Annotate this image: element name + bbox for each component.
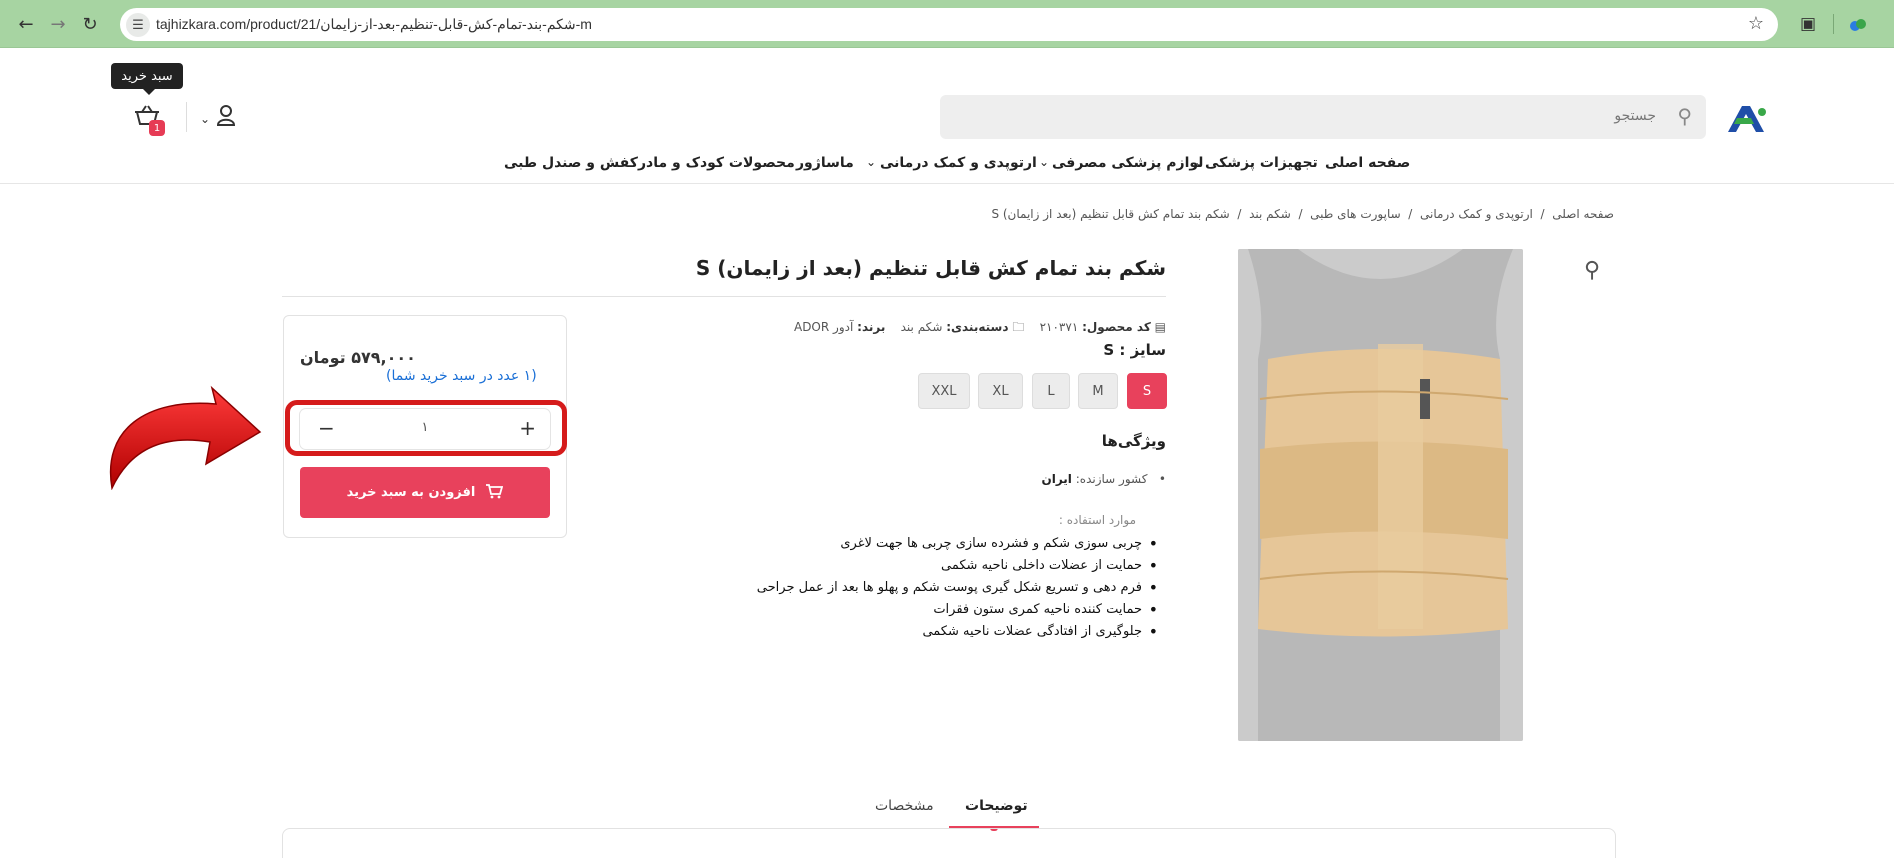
cart-count-badge: 1 (149, 120, 165, 136)
folder-icon: 🗀 (1012, 320, 1025, 334)
code-value: ۲۱۰۳۷۱ (1039, 320, 1079, 334)
bullet: • (1151, 472, 1166, 486)
size-option-xxl[interactable]: XXL (918, 373, 970, 409)
extensions-icon[interactable]: ▣ (1796, 12, 1820, 36)
zoom-icon[interactable]: ⚲ (1584, 258, 1600, 283)
breadcrumb-supports[interactable]: ساپورت های طبی (1310, 207, 1401, 221)
breadcrumb-belly-band[interactable]: شکم بند (1249, 207, 1291, 221)
site-info-icon[interactable]: ☰ (126, 13, 150, 37)
breadcrumb: صفحه اصلی / ارتوپدی و کمک درمانی / ساپور… (991, 207, 1614, 221)
profile-icon[interactable] (1846, 12, 1870, 36)
product-meta: ▤ کد محصول: ۲۱۰۳۷۱ 🗀 دسته‌بندی: شکم بند … (794, 318, 1166, 339)
list-item: فرم دهی و تسریع شکل گیری پوست شکم و پهلو… (757, 577, 1158, 599)
list-item: جلوگیری از افتادگی عضلات ناحیه شکمی (757, 621, 1158, 643)
list-item: چربی سوزی شکم و فشرده سازی چربی ها جهت ل… (757, 533, 1158, 555)
url-text[interactable]: tajhizkara.com/product/21/شکم-بند-تمام-ک… (156, 16, 592, 33)
header-separator (0, 183, 1894, 184)
uses-label: موارد استفاده : (1058, 513, 1136, 527)
menu-item-medical-shoes[interactable]: کفش و صندل طبی (504, 155, 638, 171)
brand-value[interactable]: آدور ADOR (794, 320, 853, 334)
size-option-l[interactable]: L (1032, 373, 1070, 409)
breadcrumb-orthopedic[interactable]: ارتوپدی و کمک درمانی (1420, 207, 1533, 221)
breadcrumb-separator: / (1229, 207, 1246, 221)
barcode-icon: ▤ (1154, 320, 1166, 334)
star-icon[interactable]: ☆ (1748, 13, 1764, 34)
search-placeholder: جستجو (1614, 108, 1656, 124)
breadcrumb-separator: / (1290, 207, 1307, 221)
features-title: ویژگی‌ها (1101, 432, 1166, 450)
brand-label: برند: (857, 320, 886, 334)
site-logo[interactable] (1724, 100, 1772, 138)
chevron-down-icon: ⌄ (200, 112, 211, 126)
red-arrow-annotation (109, 385, 262, 490)
breadcrumb-separator: / (1400, 207, 1417, 221)
back-icon[interactable]: ← (14, 12, 38, 36)
tab-description[interactable]: توضیحات (965, 798, 1028, 814)
cart-tooltip: سبد خرید (111, 63, 183, 95)
size-option-s[interactable]: S (1127, 373, 1167, 409)
chevron-down-icon: ⌄ (866, 155, 877, 169)
add-to-cart-button[interactable]: افزودن به سبد خرید (300, 467, 550, 518)
menu-item-mother-child[interactable]: محصولات کودک و مادر (638, 155, 795, 171)
title-divider (282, 296, 1166, 297)
address-bar[interactable]: ☰ tajhizkara.com/product/21/شکم-بند-تمام… (120, 8, 1778, 41)
size-option-xl[interactable]: XL (978, 373, 1023, 409)
browser-toolbar: ← → ↻ ☰ tajhizkara.com/product/21/شکم-بن… (0, 0, 1894, 48)
list-item: حمایت کننده ناحیه کمری ستون فقرات (757, 599, 1158, 621)
country-label: کشور سازنده: (1075, 472, 1148, 486)
country-value: ایران (1041, 472, 1072, 486)
menu-item-orthopedic[interactable]: ارتوپدی و کمک درمانی (880, 155, 1037, 171)
add-to-cart-label: افزودن به سبد خرید (346, 485, 476, 500)
list-item: حمایت از عضلات داخلی ناحیه شکمی (757, 555, 1158, 577)
toolbar-divider (1833, 14, 1834, 34)
tab-specifications[interactable]: مشخصات (875, 798, 934, 814)
size-option-m[interactable]: M (1078, 373, 1118, 409)
header-divider (186, 102, 187, 132)
cart-add-icon (485, 483, 504, 503)
menu-item-medical-equipment[interactable]: تجهیزات پزشکی (1205, 155, 1318, 171)
breadcrumb-separator: / (1532, 207, 1549, 221)
search-input[interactable]: جستجو ⚲ (940, 95, 1706, 139)
cart-button[interactable]: 1 (134, 104, 165, 136)
menu-item-massager[interactable]: ماساژور (796, 155, 854, 171)
chevron-down-icon: ⌄ (1039, 155, 1050, 169)
code-label: کد محصول: (1082, 320, 1151, 334)
category-label: دسته‌بندی: (946, 320, 1009, 334)
menu-item-consumables[interactable]: لوازم پزشکی مصرفی (1052, 155, 1203, 171)
category-value[interactable]: شکم بند (901, 320, 943, 334)
size-label: سایز : S (1103, 341, 1166, 359)
in-cart-link[interactable]: (۱ عدد در سبد خرید شما) (386, 368, 537, 384)
country-of-origin: • کشور سازنده: ایران (1041, 472, 1166, 486)
search-icon[interactable]: ⚲ (1677, 104, 1692, 128)
reload-icon[interactable]: ↻ (78, 12, 102, 36)
user-icon (216, 105, 236, 131)
breadcrumb-home[interactable]: صفحه اصلی (1552, 207, 1614, 221)
breadcrumb-current: شکم بند تمام کش قابل تنظیم (بعد از زایما… (991, 207, 1230, 221)
price: ۵۷۹,۰۰۰ تومان (300, 348, 416, 367)
quantity-highlight-annotation (285, 400, 567, 456)
forward-icon[interactable]: → (46, 12, 70, 36)
user-menu[interactable]: ⌄ (200, 104, 236, 131)
product-image[interactable] (1238, 249, 1523, 741)
menu-item-home[interactable]: صفحه اصلی (1325, 155, 1410, 171)
uses-list: چربی سوزی شکم و فشرده سازی چربی ها جهت ل… (757, 533, 1158, 643)
product-title: شکم بند تمام کش قابل تنظیم (بعد از زایما… (695, 256, 1166, 280)
tab-panel (282, 828, 1616, 858)
